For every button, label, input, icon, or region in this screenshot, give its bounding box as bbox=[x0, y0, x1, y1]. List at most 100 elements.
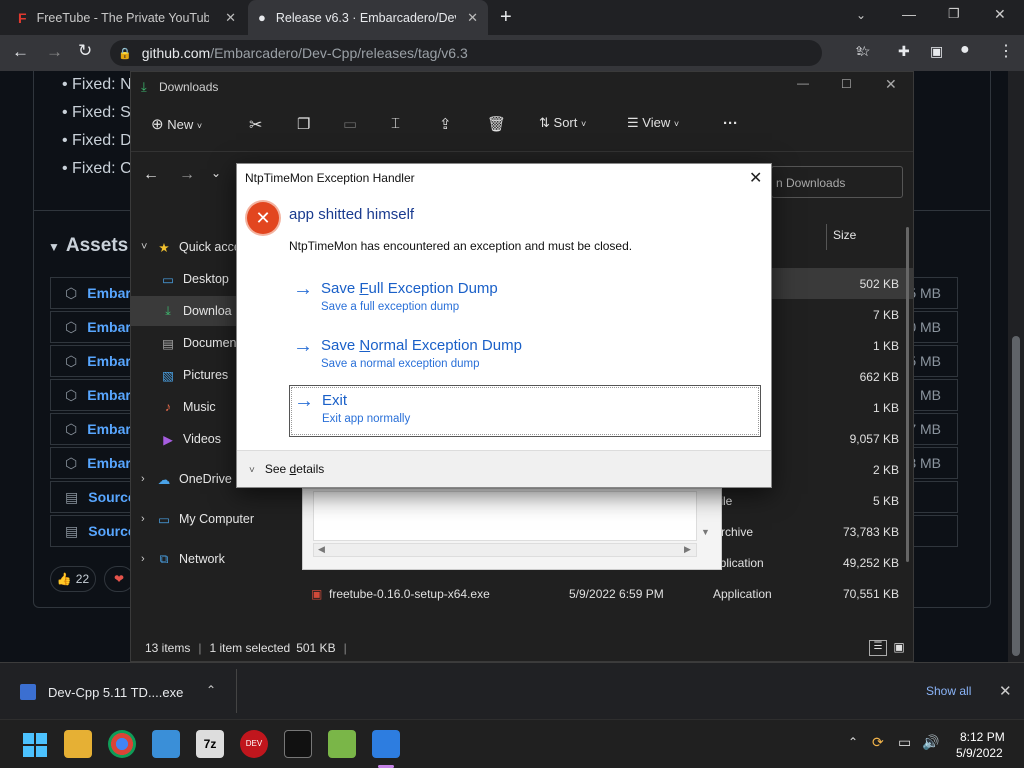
label-part: ull Exception Dump bbox=[368, 280, 498, 297]
chevron-right-icon[interactable]: › bbox=[141, 513, 155, 525]
sort-icon: ⇅ bbox=[539, 115, 550, 130]
delete-icon[interactable]: 🗑 bbox=[487, 115, 506, 133]
close-icon[interactable]: ✕ bbox=[999, 682, 1012, 700]
terminal-icon[interactable] bbox=[284, 730, 312, 758]
cut-icon[interactable]: ✂ bbox=[249, 115, 262, 135]
notepad-icon[interactable] bbox=[152, 730, 180, 758]
command-note: Save a normal exception dump bbox=[321, 358, 480, 370]
save-full-dump-button[interactable]: → Save Full Exception Dump Save a full e… bbox=[289, 274, 761, 326]
asset-name[interactable]: Embar bbox=[87, 285, 131, 301]
star-icon: ★ bbox=[158, 240, 170, 255]
address-bar[interactable]: 🔒 github.com/Embarcadero/Dev-Cpp/release… bbox=[110, 40, 822, 66]
release-note: • Fixed: C bbox=[62, 160, 132, 177]
close-tab-icon[interactable]: ✕ bbox=[225, 10, 236, 26]
asset-name[interactable]: Embar bbox=[87, 455, 131, 471]
forward-icon[interactable]: → bbox=[46, 42, 63, 62]
exit-button[interactable]: → Exit Exit app normally bbox=[289, 385, 761, 437]
chevron-down-icon: ˅ bbox=[673, 119, 680, 129]
asset-name[interactable]: Source bbox=[88, 523, 135, 539]
search-input[interactable]: n Downloads bbox=[771, 166, 903, 198]
plus-icon: ⊕ bbox=[151, 116, 164, 133]
share-icon[interactable]: ⇪ bbox=[439, 115, 452, 133]
asset-name[interactable]: Embar bbox=[87, 353, 131, 369]
sync-icon[interactable]: ⟳ bbox=[872, 734, 884, 751]
tab-release[interactable]: ● Release v6.3 · Embarcadero/Dev- ✕ bbox=[248, 0, 488, 35]
asset-name[interactable]: Embar bbox=[87, 387, 131, 403]
horizontal-scrollbar[interactable]: ◀ ▶ bbox=[313, 543, 697, 557]
chrome-icon[interactable] bbox=[108, 730, 136, 758]
close-icon[interactable]: ✕ bbox=[749, 168, 762, 188]
assets-heading[interactable]: ▼ Assets bbox=[48, 235, 128, 257]
reaction-thumbs-up[interactable]: 👍 22 bbox=[50, 566, 96, 592]
maximize-icon[interactable]: ☐ bbox=[841, 77, 852, 91]
document-icon: ▤ bbox=[162, 336, 174, 351]
restore-icon[interactable]: ❐ bbox=[948, 6, 960, 22]
package-icon: ⬡ bbox=[65, 420, 78, 437]
recent-locations-icon[interactable]: ⌄ bbox=[211, 166, 221, 180]
ntptimemon-icon[interactable] bbox=[372, 730, 400, 758]
asset-name[interactable]: Embar bbox=[87, 421, 131, 437]
nav-item[interactable]: › ▭ My Computer bbox=[131, 504, 299, 534]
menu-icon[interactable]: ⋮ bbox=[998, 41, 1014, 61]
nav-label: My Computer bbox=[179, 512, 255, 526]
scroll-right-icon[interactable]: ▶ bbox=[684, 544, 691, 555]
close-icon[interactable]: ✕ bbox=[885, 76, 897, 93]
close-tab-icon[interactable]: ✕ bbox=[467, 10, 478, 26]
tab-freetube[interactable]: F FreeTube - The Private YouTube ✕ bbox=[8, 0, 246, 35]
view-button[interactable]: ☰ View ˅ bbox=[627, 115, 679, 131]
paste-icon[interactable]: ▭ bbox=[343, 115, 357, 133]
details-view-icon[interactable]: ☰ bbox=[869, 640, 887, 656]
minimize-icon[interactable]: — bbox=[902, 6, 916, 22]
tab-search-icon[interactable]: ⌄ bbox=[856, 8, 866, 22]
bullet-text: Fixed: S bbox=[72, 104, 131, 121]
bullet-text: Fixed: C bbox=[72, 160, 132, 177]
reload-icon[interactable]: ↻ bbox=[78, 41, 92, 61]
new-button[interactable]: ⊕ New ˅ bbox=[151, 115, 202, 133]
save-normal-dump-button[interactable]: → Save Normal Exception Dump Save a norm… bbox=[289, 331, 761, 383]
notepadpp-icon[interactable] bbox=[328, 730, 356, 758]
file-explorer-icon[interactable] bbox=[64, 730, 92, 758]
clock-time[interactable]: 8:12 PM bbox=[960, 730, 1005, 744]
show-all-link[interactable]: Show all bbox=[926, 684, 971, 698]
clock-date[interactable]: 5/9/2022 bbox=[956, 746, 1003, 760]
page-scrollbar[interactable] bbox=[1008, 71, 1024, 662]
copy-icon[interactable]: ❐ bbox=[297, 115, 310, 133]
tiles-view-icon[interactable]: ▣ bbox=[891, 640, 907, 656]
chevron-right-icon[interactable]: › bbox=[141, 473, 155, 485]
forward-icon[interactable]: → bbox=[179, 166, 195, 184]
scroll-left-icon[interactable]: ◀ bbox=[318, 544, 325, 555]
bookmark-icon[interactable]: ☆ bbox=[858, 43, 871, 60]
download-filename[interactable]: Dev-Cpp 5.11 TD....exe bbox=[48, 685, 183, 700]
profile-icon[interactable]: ● bbox=[960, 41, 970, 59]
start-icon[interactable] bbox=[20, 730, 48, 758]
asset-name[interactable]: Source bbox=[88, 489, 135, 505]
extensions-icon[interactable]: ✚ bbox=[898, 43, 910, 60]
chevron-right-icon[interactable]: › bbox=[141, 553, 155, 565]
file-row[interactable]: ▣ freetube-0.16.0-setup-x64.exe 5/9/2022 6… bbox=[303, 578, 913, 609]
more-options-icon[interactable]: ··· bbox=[723, 115, 738, 132]
chevron-up-icon[interactable]: ⌃ bbox=[206, 683, 216, 697]
7zip-icon[interactable]: 7z bbox=[196, 730, 224, 758]
volume-icon[interactable]: 🔊 bbox=[922, 734, 939, 751]
back-icon[interactable]: ← bbox=[12, 42, 29, 62]
scroll-down-icon[interactable]: ▼ bbox=[701, 527, 710, 537]
list-scrollbar[interactable] bbox=[906, 227, 909, 562]
nav-item[interactable]: › ⧉ Network bbox=[131, 544, 299, 574]
selected-count: 1 item selected bbox=[209, 641, 291, 655]
new-tab-icon[interactable]: + bbox=[500, 6, 512, 29]
display-icon[interactable]: ▭ bbox=[898, 734, 911, 751]
asset-name[interactable]: Embar bbox=[87, 319, 131, 335]
chevron-down-icon[interactable]: ˅ bbox=[141, 241, 155, 253]
bullet-text: Fixed: D bbox=[72, 132, 132, 149]
sidepanel-icon[interactable]: ▣ bbox=[930, 43, 943, 60]
close-window-icon[interactable]: ✕ bbox=[994, 6, 1006, 23]
devcpp-icon[interactable]: DEV bbox=[240, 730, 268, 758]
back-icon[interactable]: ← bbox=[143, 166, 159, 184]
sort-button[interactable]: ⇅ Sort ˅ bbox=[539, 115, 586, 131]
chevron-up-icon[interactable]: ⌃ bbox=[848, 735, 858, 749]
main-instruction: app shitted himself bbox=[289, 206, 415, 223]
minimize-icon[interactable]: — bbox=[797, 76, 809, 90]
scrollbar-thumb[interactable] bbox=[1012, 336, 1020, 656]
rename-icon[interactable]: ⌶ bbox=[391, 115, 400, 132]
see-details-toggle[interactable]: ˅ See details bbox=[249, 462, 324, 476]
